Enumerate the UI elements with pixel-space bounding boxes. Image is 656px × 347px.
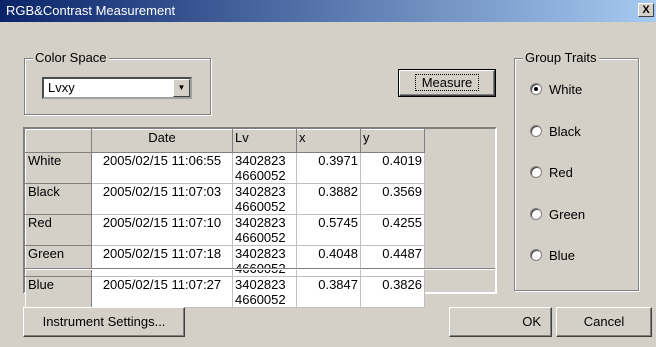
lv-value: 3402823	[235, 153, 286, 169]
radio-button[interactable]	[530, 249, 542, 261]
radio-button[interactable]	[530, 125, 542, 137]
x-cell: 0.3847	[296, 276, 361, 308]
table-header-corner	[25, 129, 92, 153]
table-row[interactable]: Blue 2005/02/15 11:07:27 3402823 4660052 …	[25, 276, 425, 308]
radio-white[interactable]: White	[530, 80, 582, 98]
lv-overflow: 4660052	[235, 292, 286, 307]
radio-label: Blue	[549, 247, 576, 263]
lv-overflow: 4660052	[235, 199, 286, 214]
date-cell: 2005/02/15 11:07:03	[91, 183, 233, 215]
chevron-down-icon[interactable]: ▼	[173, 79, 190, 97]
radio-red[interactable]: Red	[530, 163, 573, 181]
lv-value: 3402823	[235, 277, 286, 293]
radio-button[interactable]	[530, 83, 542, 95]
lv-cell: 3402823 4660052	[232, 214, 297, 246]
table-row[interactable]: Green 2005/02/15 11:07:18 3402823 4660052…	[25, 245, 425, 277]
lv-value: 3402823	[235, 215, 286, 231]
y-cell: 0.4019	[360, 152, 425, 184]
table-header-date[interactable]: Date	[91, 129, 233, 153]
color-space-legend: Color Space	[33, 50, 109, 66]
measure-button[interactable]: Measure	[398, 69, 496, 97]
ok-button[interactable]: OK	[449, 307, 552, 337]
measurement-table-frame: Date Lv x y White 2005/02/15 11:06:55 34…	[23, 127, 497, 308]
table-row[interactable]: White 2005/02/15 11:06:55 3402823 4660052…	[25, 152, 425, 184]
table-header-row: Date Lv x y	[25, 129, 425, 153]
radio-selected-dot	[534, 87, 538, 91]
table-header-lv[interactable]: Lv	[232, 129, 297, 153]
measurement-table: Date Lv x y White 2005/02/15 11:06:55 34…	[25, 129, 425, 308]
lv-cell: 3402823 4660052	[232, 245, 297, 277]
radio-black[interactable]: Black	[530, 122, 581, 140]
instrument-settings-button[interactable]: Instrument Settings...	[23, 307, 185, 337]
lv-overflow: 4660052	[235, 230, 286, 245]
table-header-y[interactable]: y	[360, 129, 425, 153]
lv-cell: 3402823 4660052	[232, 183, 297, 215]
radio-button[interactable]	[530, 166, 542, 178]
cancel-button[interactable]: Cancel	[556, 307, 652, 337]
table-row[interactable]: Black 2005/02/15 11:07:03 3402823 4660052…	[25, 183, 425, 215]
table-header-x[interactable]: x	[296, 129, 361, 153]
y-cell: 0.3826	[360, 276, 425, 308]
row-header: Black	[25, 183, 92, 215]
color-space-value: Lvxy	[48, 80, 75, 95]
measure-button-label: Measure	[414, 74, 480, 91]
group-traits-legend: Group Traits	[523, 50, 599, 66]
radio-label: White	[549, 81, 583, 97]
row-header: Green	[25, 245, 92, 277]
title-bar: RGB&Contrast Measurement X	[0, 0, 656, 22]
y-cell: 0.4255	[360, 214, 425, 246]
x-cell: 0.4048	[296, 245, 361, 277]
table-row[interactable]: Red 2005/02/15 11:07:10 3402823 4660052 0…	[25, 214, 425, 246]
radio-green[interactable]: Green	[530, 205, 585, 223]
row-header: Blue	[25, 276, 92, 308]
x-cell: 0.3882	[296, 183, 361, 215]
date-cell: 2005/02/15 11:07:10	[91, 214, 233, 246]
y-cell: 0.3569	[360, 183, 425, 215]
radio-button[interactable]	[530, 208, 542, 220]
lv-cell: 3402823 4660052	[232, 152, 297, 184]
x-cell: 0.3971	[296, 152, 361, 184]
color-space-select[interactable]: Lvxy ▼	[42, 77, 192, 99]
lv-value: 3402823	[235, 184, 286, 200]
radio-label: Green	[549, 206, 586, 222]
window-title: RGB&Contrast Measurement	[6, 3, 176, 18]
radio-label: Black	[549, 123, 581, 139]
date-cell: 2005/02/15 11:06:55	[91, 152, 233, 184]
date-cell: 2005/02/15 11:07:18	[91, 245, 233, 277]
close-button[interactable]: X	[638, 3, 654, 17]
table-bottom-divider	[25, 268, 495, 270]
radio-label: Red	[549, 164, 573, 180]
x-cell: 0.5745	[296, 214, 361, 246]
lv-value: 3402823	[235, 246, 286, 262]
lv-cell: 3402823 4660052	[232, 276, 297, 308]
lv-overflow: 4660052	[235, 168, 286, 183]
row-header: White	[25, 152, 92, 184]
radio-blue[interactable]: Blue	[530, 246, 575, 264]
date-cell: 2005/02/15 11:07:27	[91, 276, 233, 308]
y-cell: 0.4487	[360, 245, 425, 277]
row-header: Red	[25, 214, 92, 246]
